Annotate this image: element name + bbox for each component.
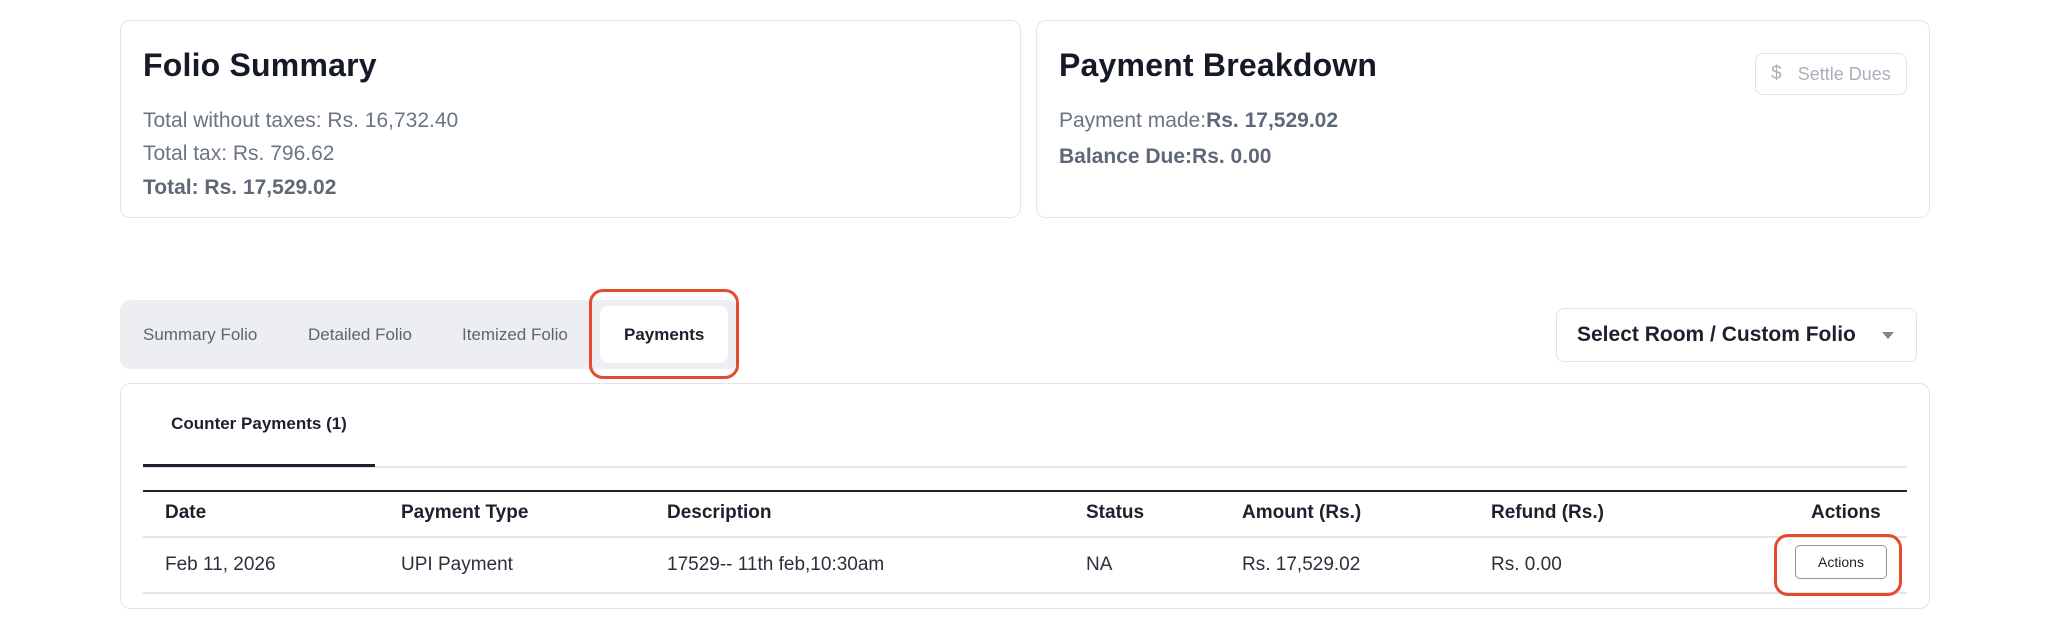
column-header-amount: Amount (Rs.): [1242, 502, 1362, 523]
tab-summary-folio[interactable]: Summary Folio: [143, 300, 257, 369]
balance-due-value: Rs. 0.00: [1192, 145, 1272, 168]
column-header-status: Status: [1086, 502, 1145, 523]
column-header-payment-type: Payment Type: [401, 502, 529, 523]
folio-tabs: Summary Folio Detailed Folio Itemized Fo…: [120, 300, 738, 369]
active-subtab-underline: [143, 464, 375, 467]
header-row-divider: [143, 536, 1907, 538]
column-header-description: Description: [667, 502, 772, 523]
column-header-date: Date: [165, 502, 207, 523]
tab-detailed-folio[interactable]: Detailed Folio: [308, 300, 412, 369]
payment-status: NA: [1086, 554, 1113, 575]
total-tax: Total tax: Rs. 796.62: [143, 142, 335, 165]
row-divider: [143, 592, 1907, 594]
payment-amount: Rs. 17,529.02: [1242, 554, 1361, 575]
column-header-actions: Actions: [1811, 502, 1881, 523]
payment-made-value: Rs. 17,529.02: [1206, 109, 1339, 132]
settle-dues-button[interactable]: $ Settle Dues: [1755, 53, 1907, 95]
select-room-dropdown[interactable]: Select Room / Custom Folio: [1556, 308, 1917, 362]
select-room-label: Select Room / Custom Folio: [1577, 323, 1856, 346]
dollar-icon: $: [1771, 63, 1782, 84]
folio-summary-title: Folio Summary: [143, 47, 377, 83]
payment-made-label: Payment made:: [1059, 109, 1207, 132]
balance-due-label: Balance Due:: [1059, 145, 1193, 168]
subtab-divider: [143, 466, 1907, 468]
payment-made-line: Payment made:Rs. 17,529.02: [1059, 109, 1338, 133]
payment-date: Feb 11, 2026: [165, 554, 276, 575]
actions-button[interactable]: Actions: [1795, 545, 1887, 579]
chevron-down-icon: [1882, 332, 1894, 339]
payments-panel: Counter Payments (1) Date Payment Type D…: [120, 383, 1930, 609]
balance-due-line: Balance Due:Rs. 0.00: [1059, 145, 1271, 169]
tab-payments[interactable]: Payments: [600, 306, 729, 363]
payment-refund: Rs. 0.00: [1491, 554, 1562, 575]
payment-type: UPI Payment: [401, 554, 513, 575]
table-header-rule: [143, 490, 1907, 492]
payment-description: 17529-- 11th feb,10:30am: [667, 554, 885, 575]
payment-breakdown-title: Payment Breakdown: [1059, 47, 1378, 83]
payment-breakdown-card: Payment Breakdown Payment made:Rs. 17,52…: [1036, 20, 1930, 218]
tab-itemized-folio[interactable]: Itemized Folio: [462, 300, 568, 369]
folio-summary-card: Folio Summary Total without taxes: Rs. 1…: [120, 20, 1021, 218]
column-header-refund: Refund (Rs.): [1491, 502, 1604, 523]
tab-counter-payments[interactable]: Counter Payments (1): [143, 414, 375, 450]
total-without-taxes: Total without taxes: Rs. 16,732.40: [143, 109, 459, 132]
settle-dues-label: Settle Dues: [1797, 63, 1891, 84]
folio-total: Total: Rs. 17,529.02: [143, 176, 337, 199]
